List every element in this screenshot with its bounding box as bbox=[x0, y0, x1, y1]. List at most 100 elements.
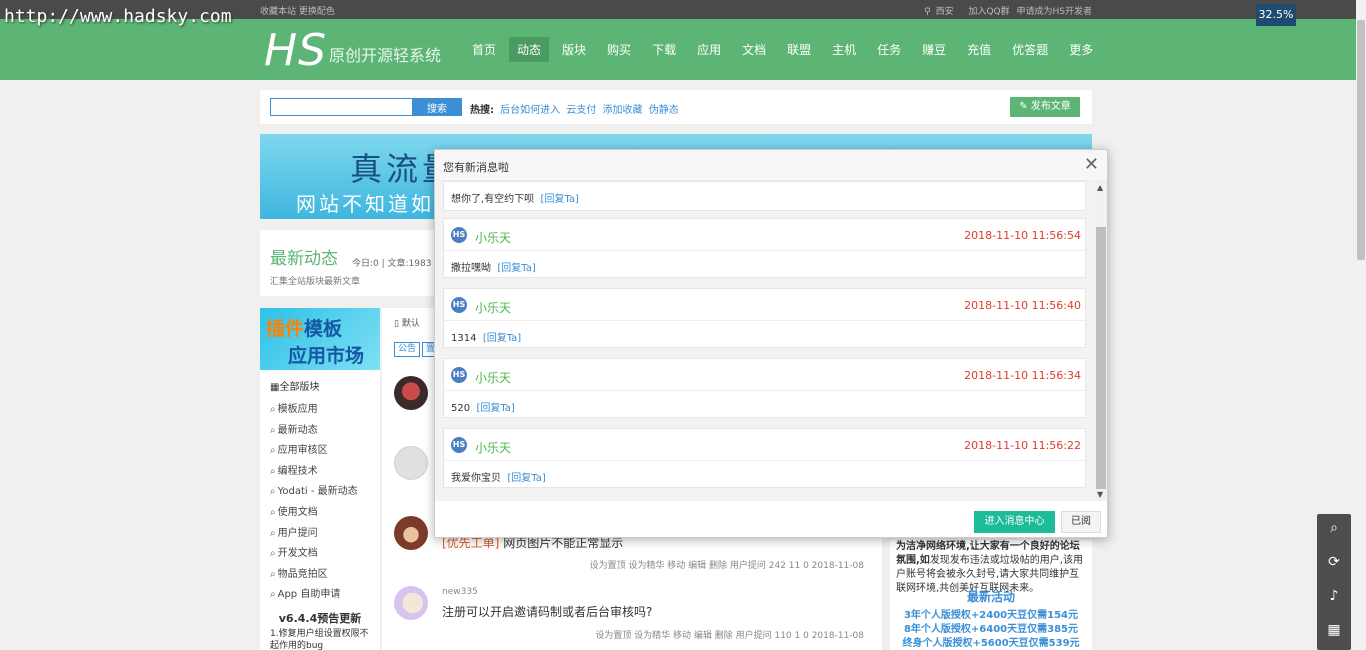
message-item: HS 小乐天 2018-11-10 11:56:34 520 [回复Ta] bbox=[443, 358, 1087, 418]
nav-item-apps[interactable]: 应用 bbox=[689, 37, 729, 62]
publish-article-button[interactable]: ✎ 发布文章 bbox=[1010, 97, 1080, 117]
sort-default[interactable]: ▯ 默认 bbox=[394, 316, 420, 329]
nav-item-tasks[interactable]: 任务 bbox=[869, 37, 909, 62]
apply-developer-link[interactable]: 申请成为HS开发者 bbox=[1017, 7, 1092, 17]
sidebar-item[interactable]: 最新动态 bbox=[270, 421, 358, 442]
new-message-modal: 您有新消息啦 ✕ 想你了,有空约下呗 [回复Ta] HS 小乐天 2018-11… bbox=[434, 149, 1108, 538]
message-body: 撒拉嘿呦 bbox=[451, 263, 491, 274]
nav-item-docs[interactable]: 文档 bbox=[734, 37, 774, 62]
message-time: 2018-11-10 11:56:40 bbox=[964, 299, 1081, 312]
nav-item-home[interactable]: 首页 bbox=[464, 37, 504, 62]
bell-icon[interactable]: ♪ bbox=[1317, 588, 1351, 604]
plugin-market-banner[interactable]: 插件模板 应用市场 bbox=[260, 308, 380, 370]
modal-title: 您有新消息啦 bbox=[443, 161, 509, 174]
nav-menu: 首页 动态 版块 购买 下载 应用 文档 联盟 主机 任务 赚豆 充值 优答题 … bbox=[464, 37, 1106, 62]
plugin-banner-line2: 应用市场 bbox=[288, 345, 365, 367]
modal-header: 您有新消息啦 ✕ bbox=[435, 150, 1107, 181]
sender-name[interactable]: 小乐天 bbox=[475, 229, 511, 246]
search-input[interactable] bbox=[270, 98, 414, 116]
url-watermark: http://www.hadsky.com bbox=[4, 6, 232, 27]
latest-stats: 今日:0 | 文章:1983 bbox=[352, 259, 432, 269]
sidebar-item[interactable]: App 自助申请 bbox=[270, 585, 358, 606]
reply-link[interactable]: [回复Ta] bbox=[483, 333, 521, 344]
message-center-button[interactable]: 进入消息中心 bbox=[974, 511, 1055, 533]
hot-link[interactable]: 添加收藏 bbox=[603, 105, 643, 116]
sidebar-all-boards[interactable]: ▦全部版块 bbox=[270, 378, 319, 393]
refresh-icon[interactable]: ⟳ bbox=[1317, 554, 1351, 570]
sender-name[interactable]: 小乐天 bbox=[475, 439, 511, 456]
modal-scrollbar-thumb[interactable] bbox=[1096, 227, 1106, 489]
activity-line[interactable]: 终身个人版授权+5600天豆仅需539元 bbox=[890, 634, 1092, 649]
plugin-banner-word: 插件 bbox=[266, 318, 305, 340]
top-left-links[interactable]: 收藏本站 更换配色 bbox=[260, 4, 335, 17]
page-scrollbar-thumb[interactable] bbox=[1357, 20, 1365, 260]
post-title[interactable]: 注册可以开启邀请码制或者后台审核吗? bbox=[442, 603, 652, 620]
list-item[interactable]: new335 注册可以开启邀请码制或者后台审核吗? 设为置顶 设为精华 移动 编… bbox=[382, 584, 882, 650]
hot-link[interactable]: 伪静态 bbox=[649, 105, 679, 116]
sender-name[interactable]: 小乐天 bbox=[475, 299, 511, 316]
join-qq-link[interactable]: 加入QQ群 bbox=[968, 7, 1009, 17]
avatar[interactable] bbox=[394, 586, 428, 620]
avatar[interactable] bbox=[394, 446, 428, 480]
sidebar-item[interactable]: 用户提问 bbox=[270, 524, 358, 545]
sidebar-item[interactable]: 编程技术 bbox=[270, 462, 358, 483]
avatar[interactable]: HS bbox=[451, 297, 467, 313]
message-item: 想你了,有空约下呗 [回复Ta] bbox=[443, 181, 1086, 211]
avatar[interactable]: HS bbox=[451, 367, 467, 383]
latest-title: 最新动态 bbox=[270, 249, 338, 269]
filter-chip[interactable]: 公告 bbox=[394, 342, 421, 357]
qrcode-icon[interactable]: ▦ bbox=[1317, 622, 1351, 638]
nav-item-alliance[interactable]: 联盟 bbox=[779, 37, 819, 62]
avatar[interactable] bbox=[394, 376, 428, 410]
close-icon[interactable]: ✕ bbox=[1084, 154, 1099, 175]
sidebar-item[interactable]: 模板应用 bbox=[270, 400, 358, 421]
plugin-banner-word: 模板 bbox=[304, 318, 343, 340]
sidebar-item[interactable]: 开发文档 bbox=[270, 544, 358, 565]
reply-link[interactable]: [回复Ta] bbox=[507, 473, 545, 484]
reply-link[interactable]: [回复Ta] bbox=[541, 194, 579, 205]
location-text: 西安 bbox=[935, 7, 954, 17]
nav-item-hosting[interactable]: 主机 bbox=[824, 37, 864, 62]
message-header: HS 小乐天 2018-11-10 11:56:22 bbox=[444, 429, 1087, 461]
floating-toolbar: ⌕ ⟳ ♪ ▦ bbox=[1317, 514, 1351, 650]
nav-item-quiz[interactable]: 优答题 bbox=[1004, 37, 1056, 62]
nav-item-earn[interactable]: 赚豆 bbox=[914, 37, 954, 62]
mark-read-button[interactable]: 已阅 bbox=[1061, 511, 1101, 533]
site-logo[interactable]: HS 原创开源轻系统 bbox=[264, 25, 441, 76]
nav-item-more[interactable]: 更多 bbox=[1061, 37, 1101, 62]
hot-link[interactable]: 云支付 bbox=[566, 105, 596, 116]
sidebar-item[interactable]: 应用审核区 bbox=[270, 441, 358, 462]
nav-item-buy[interactable]: 购买 bbox=[599, 37, 639, 62]
page-scrollbar[interactable] bbox=[1356, 0, 1366, 650]
nav-item-dynamic[interactable]: 动态 bbox=[509, 37, 550, 62]
modal-scrollbar[interactable]: ▲ ▼ bbox=[1095, 181, 1107, 501]
message-text: 1314 [回复Ta] bbox=[451, 329, 521, 344]
latest-desc: 汇集全站版块最新文章 bbox=[270, 277, 361, 287]
post-author[interactable]: new335 bbox=[442, 587, 478, 597]
hot-searches: 热搜: 后台如何进入 云支付 添加收藏 伪静态 bbox=[470, 101, 679, 116]
nav-item-download[interactable]: 下载 bbox=[644, 37, 684, 62]
message-body: 520 bbox=[451, 403, 471, 414]
hot-link[interactable]: 后台如何进入 bbox=[500, 105, 560, 116]
search-button[interactable]: 搜索 bbox=[412, 98, 462, 116]
scroll-down-icon[interactable]: ▼ bbox=[1097, 490, 1103, 499]
activity-line[interactable]: 3年个人版授权+2400天豆仅需154元 bbox=[890, 606, 1092, 621]
sidebar-item[interactable]: 物品竞拍区 bbox=[270, 565, 358, 586]
scroll-up-icon[interactable]: ▲ bbox=[1097, 183, 1103, 192]
activity-line[interactable]: 8年个人版授权+6400天豆仅需385元 bbox=[890, 620, 1092, 635]
avatar[interactable]: HS bbox=[451, 227, 467, 243]
avatar[interactable] bbox=[394, 516, 428, 550]
sidebar-item[interactable]: Yodati - 最新动态 bbox=[270, 482, 358, 503]
reply-link[interactable]: [回复Ta] bbox=[497, 263, 535, 274]
search-icon[interactable]: ⌕ bbox=[1317, 520, 1351, 536]
nav-item-board[interactable]: 版块 bbox=[554, 37, 594, 62]
nav-item-recharge[interactable]: 充值 bbox=[959, 37, 999, 62]
avatar[interactable]: HS bbox=[451, 437, 467, 453]
reply-link[interactable]: [回复Ta] bbox=[476, 403, 514, 414]
message-list[interactable]: 想你了,有空约下呗 [回复Ta] HS 小乐天 2018-11-10 11:56… bbox=[435, 181, 1107, 501]
post-title-text: 网页图片不能正常显示 bbox=[503, 536, 624, 550]
message-item: HS 小乐天 2018-11-10 11:56:54 撒拉嘿呦 [回复Ta] bbox=[443, 218, 1087, 278]
sidebar-item[interactable]: 使用文档 bbox=[270, 503, 358, 524]
sender-name[interactable]: 小乐天 bbox=[475, 369, 511, 386]
message-header: HS 小乐天 2018-11-10 11:56:40 bbox=[444, 289, 1087, 321]
